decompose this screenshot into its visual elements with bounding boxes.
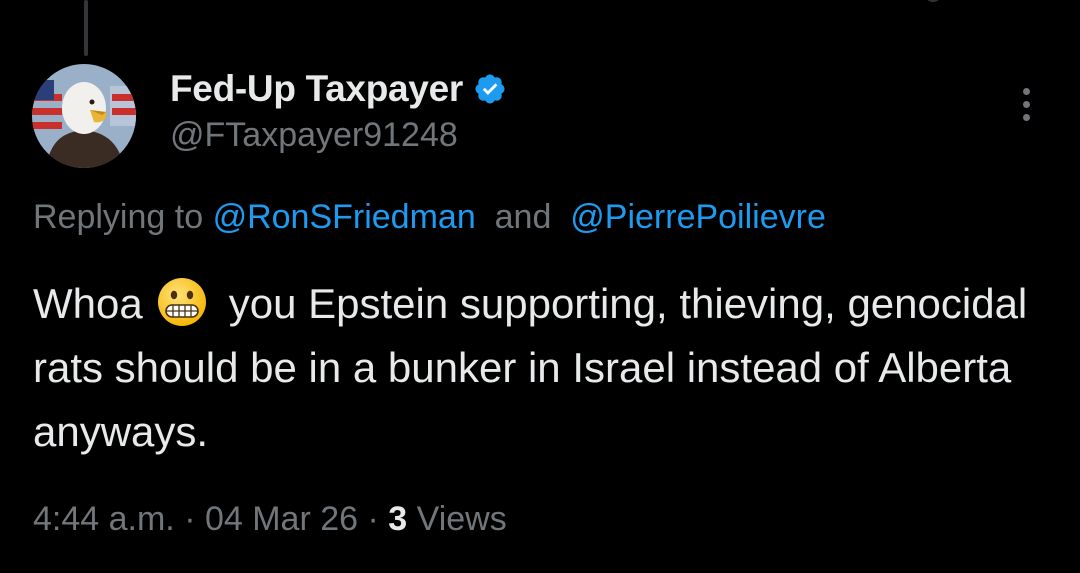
verified-badge-icon[interactable] (473, 72, 507, 106)
author-name-row[interactable]: Fed-Up Taxpayer (170, 66, 507, 112)
replying-prefix: Replying to (33, 198, 204, 236)
display-name[interactable]: Fed-Up Taxpayer (170, 68, 463, 110)
thread-connector-line (84, 0, 88, 56)
bald-eagle-flag-avatar-icon (32, 64, 136, 168)
more-options-icon[interactable] (1012, 88, 1040, 128)
top-edge-artifact (926, 0, 940, 2)
meta-separator: · (174, 500, 205, 538)
replying-joiner: and (485, 198, 561, 236)
grimacing-face-icon (157, 277, 207, 327)
views-count[interactable]: 3 (388, 500, 407, 538)
tweet-metadata: 4:44 a.m. · 04 Mar 26 · 3 Views (33, 500, 507, 539)
views-label[interactable]: Views (407, 500, 507, 538)
tweet-body: Whoa you Epstein supporting, thieving, g… (33, 272, 1043, 464)
replying-to-line: Replying to @RonSFriedman and @PierrePoi… (33, 198, 826, 237)
tweet-text-start: Whoa (33, 280, 143, 327)
tweet-date[interactable]: 04 Mar 26 (205, 500, 358, 538)
avatar[interactable] (32, 64, 136, 168)
mention-pierrepoilievre[interactable]: @PierrePoilievre (570, 198, 826, 236)
meta-separator: · (358, 500, 389, 538)
tweet-time[interactable]: 4:44 a.m. (33, 500, 175, 538)
mention-ronsfriedman[interactable]: @RonSFriedman (213, 198, 476, 236)
user-handle[interactable]: @FTaxpayer91248 (170, 116, 458, 155)
